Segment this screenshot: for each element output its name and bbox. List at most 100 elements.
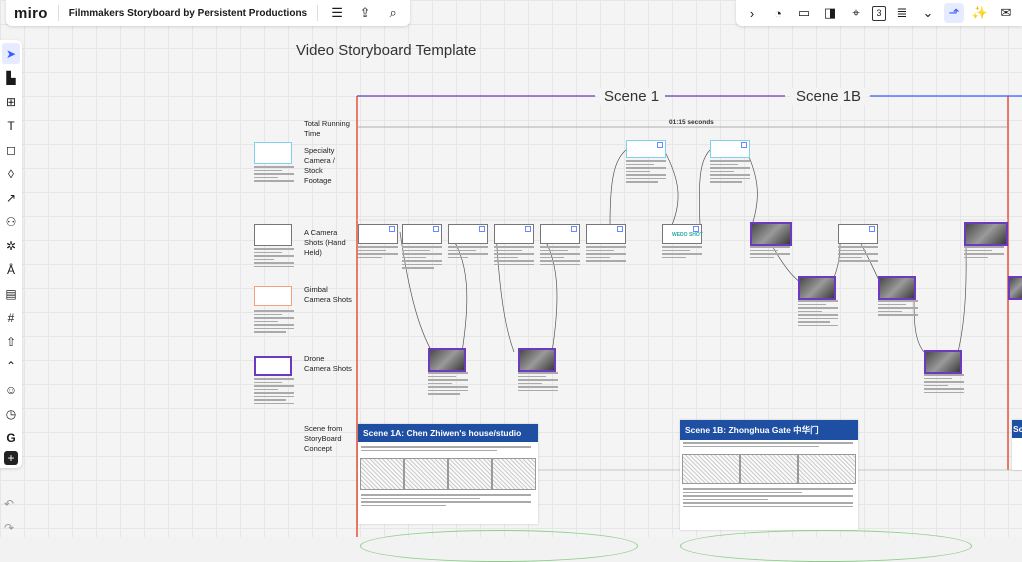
comments-icon[interactable]: ✉ — [996, 3, 1016, 23]
scene-card-title: Scene 1A: Chen Zhiwen's house/studio — [358, 424, 538, 442]
gimbal-photo[interactable] — [878, 276, 916, 300]
diagram-icon[interactable]: ✲ — [2, 235, 20, 256]
drone-photo[interactable] — [518, 348, 556, 372]
shot-frame[interactable] — [494, 224, 534, 244]
sketch-image — [360, 458, 404, 490]
legend-frame-specialty[interactable] — [254, 142, 292, 164]
connector — [698, 149, 711, 226]
mind-map-icon[interactable]: ⚇ — [2, 211, 20, 232]
upload-icon[interactable]: ⇧ — [2, 331, 20, 352]
menu-icon[interactable]: ☰ — [328, 4, 346, 22]
scene-card-1a[interactable]: Scene 1A: Chen Zhiwen's house/studio — [358, 424, 538, 524]
shot-frame[interactable] — [448, 224, 488, 244]
sticky-note-icon[interactable]: ◻ — [2, 139, 20, 160]
scene-card-title: Sc — [1012, 420, 1022, 438]
board-title[interactable]: Filmmakers Storyboard by Persistent Prod… — [69, 8, 307, 19]
share-icon[interactable]: ⇪ — [356, 4, 374, 22]
select-icon[interactable]: ➤ — [2, 43, 20, 64]
more-icon[interactable]: ⌄ — [918, 3, 938, 23]
miro-logo[interactable]: miro — [14, 5, 48, 22]
expand-icon[interactable]: › — [742, 3, 762, 23]
google-icon[interactable]: G — [2, 427, 20, 448]
scene-1b-header[interactable]: Scene 1B — [790, 88, 868, 105]
table-icon[interactable]: ⊞ — [2, 91, 20, 112]
sketch-image — [740, 454, 798, 484]
emoji-icon[interactable]: ☺ — [2, 379, 20, 400]
specialty-frame[interactable] — [710, 140, 750, 158]
present-icon[interactable]: ⬏ — [944, 3, 964, 23]
specialty-notes — [626, 160, 666, 185]
scene-card-1b[interactable]: Scene 1B: Zhonghua Gate 中华门 — [680, 420, 858, 530]
legend-notes — [254, 310, 294, 335]
shot-frame[interactable] — [838, 224, 878, 244]
row-label-a-camera[interactable]: A Camera Shots (Hand Held) — [304, 228, 348, 258]
shot-photo[interactable] — [964, 222, 1008, 246]
left-toolbar: ➤ ▙ ⊞ T ◻ ◊ ↗ ⚇ ✲ Å ▤ # ⇧ ⌃ ☺ ◷ G + — [0, 40, 22, 468]
shot-notes — [964, 246, 1004, 260]
timer-icon[interactable]: ◔ — [768, 3, 788, 23]
shot-frame[interactable] — [358, 224, 398, 244]
screen-share-icon[interactable]: ◨ — [820, 3, 840, 23]
gimbal-photo[interactable] — [1008, 276, 1022, 300]
templates-icon[interactable]: ▙ — [2, 67, 20, 88]
toolbar-divider — [57, 5, 59, 21]
row-label-drone[interactable]: Drone Camera Shots — [304, 354, 352, 374]
celebrate-icon[interactable]: ✨ — [970, 3, 990, 23]
comment-icon[interactable]: ▤ — [2, 283, 20, 304]
sketch-image — [798, 454, 856, 484]
focus-icon[interactable]: ⌖ — [846, 3, 866, 23]
shot-notes — [586, 246, 626, 264]
top-right-toolbar: › ◔ ▭ ◨ ⌖ 3 ≣ ⌄ ⬏ ✨ ✉ — [736, 0, 1022, 26]
shot-notes — [448, 246, 488, 260]
template-title[interactable]: Video Storyboard Template — [296, 42, 476, 59]
gimbal-photo[interactable] — [798, 276, 836, 300]
drone-photo[interactable] — [428, 348, 466, 372]
drone-photo[interactable] — [924, 350, 962, 374]
legend-notes — [254, 248, 294, 269]
redo-icon[interactable]: ↷ — [4, 521, 14, 535]
row-label-scene-concept[interactable]: Scene from StoryBoard Concept — [304, 424, 348, 454]
shot-notes — [402, 246, 442, 271]
row-label-gimbal[interactable]: Gimbal Camera Shots — [304, 285, 354, 305]
top-left-toolbar: miro Filmmakers Storyboard by Persistent… — [6, 0, 411, 26]
row-label-total-time[interactable]: Total Running Time — [304, 119, 352, 139]
legend-frame-drone[interactable] — [254, 356, 292, 376]
shot-frame[interactable] — [402, 224, 442, 244]
text-icon[interactable]: T — [2, 115, 20, 136]
specialty-frame[interactable] — [626, 140, 666, 158]
legend-frame-gimbal[interactable] — [254, 286, 292, 306]
scene-1-header[interactable]: Scene 1 — [598, 88, 666, 105]
row-label-specialty[interactable]: Specialty Camera / Stock Footage — [304, 146, 342, 186]
shot-notes — [662, 246, 702, 260]
search-icon[interactable]: ⌕ — [384, 4, 402, 22]
notes-icon[interactable]: ≣ — [892, 3, 912, 23]
undo-icon[interactable]: ↶ — [4, 497, 14, 511]
undo-redo: ↶ ↷ — [4, 497, 14, 535]
legend-notes — [254, 166, 294, 184]
wedo-shot-label: WEDO SHOT — [672, 232, 703, 238]
frame-icon[interactable]: # — [2, 307, 20, 328]
drone-notes — [924, 374, 964, 395]
sketch-image — [682, 454, 740, 484]
legend-notes — [254, 378, 294, 406]
shot-frame[interactable] — [540, 224, 580, 244]
pen-icon[interactable]: Å — [2, 259, 20, 280]
timer-tool-icon[interactable]: ◷ — [2, 403, 20, 424]
gimbal-notes — [798, 300, 838, 328]
connection-line-icon[interactable]: ↗ — [2, 187, 20, 208]
shapes-icon[interactable]: ◊ — [2, 163, 20, 184]
scene-card-next[interactable]: Sc — [1012, 420, 1022, 470]
shot-notes — [838, 246, 878, 264]
video-icon[interactable]: ▭ — [794, 3, 814, 23]
shot-photo[interactable] — [750, 222, 792, 246]
connector — [609, 149, 627, 226]
running-time[interactable]: 01:15 seconds — [669, 119, 714, 126]
legend-frame-a-camera[interactable] — [254, 224, 292, 246]
specialty-notes — [710, 160, 750, 185]
shot-frame[interactable] — [586, 224, 626, 244]
apps-icon[interactable]: ⌃ — [2, 355, 20, 376]
sketch-image — [492, 458, 536, 490]
number-icon[interactable]: 3 — [872, 5, 886, 21]
add-icon[interactable]: + — [4, 451, 18, 465]
canvas-board[interactable]: Video Storyboard Template Scene 1 Scene … — [0, 0, 1022, 562]
